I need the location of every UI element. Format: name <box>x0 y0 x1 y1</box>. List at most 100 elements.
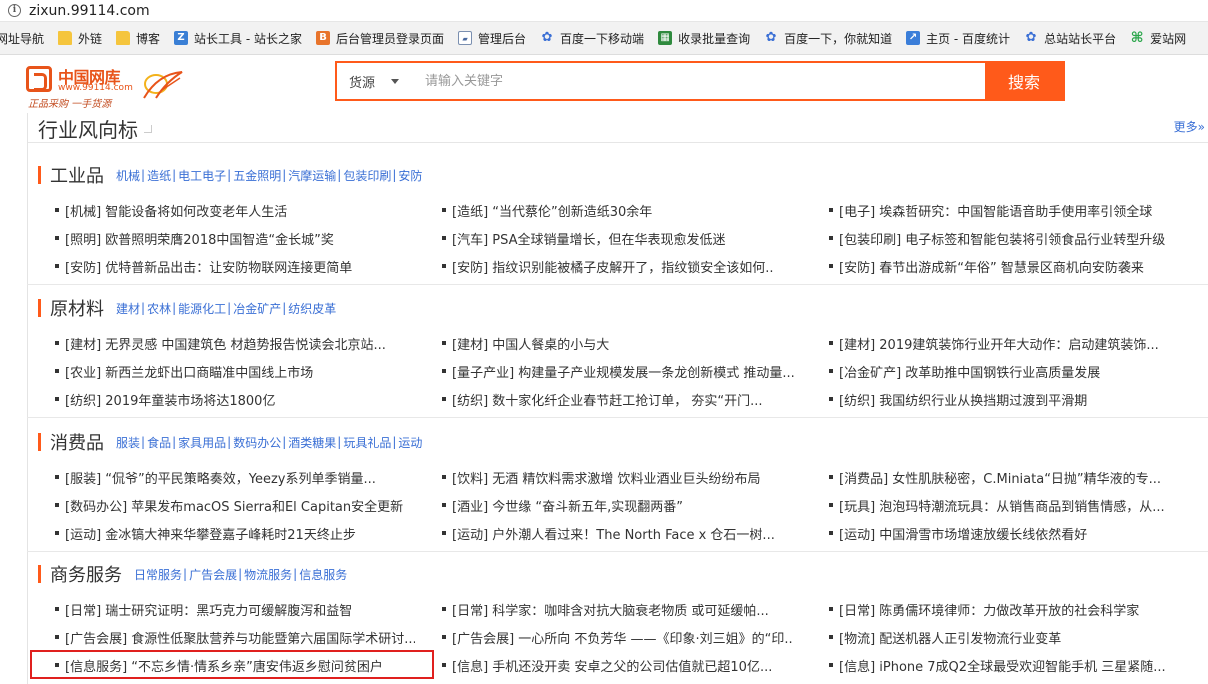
category-link[interactable]: 五金照明 <box>233 167 281 184</box>
news-title[interactable]: [农业] 新西兰龙虾出口商瞄准中国线上市场 <box>65 362 313 381</box>
news-item[interactable]: [玩具] 泡泡玛特潮流玩具：从销售商品到销售情感，从... <box>829 495 1189 515</box>
news-item[interactable]: [纺织] 数十家化纤企业春节赶工抢订单， 夯实“开门... <box>442 389 794 409</box>
bookmark-2[interactable]: 博客 <box>116 28 160 48</box>
news-item[interactable]: [数码办公] 苹果发布macOS Sierra和El Capitan安全更新 <box>55 495 415 515</box>
search-input[interactable] <box>415 63 985 99</box>
news-item[interactable]: [酒业] 今世缘 “奋斗新五年,实现翻两番” <box>442 495 794 515</box>
category-link[interactable]: 电工电子 <box>178 167 226 184</box>
news-title[interactable]: [酒业] 今世缘 “奋斗新五年,实现翻两番” <box>452 496 683 515</box>
site-logo[interactable]: 中国网库 www.99114.com 正品采购 一手货源 <box>26 62 186 110</box>
news-item[interactable]: [安防] 春节出游成新“年俗” 智慧景区商机向安防袭来 <box>829 256 1189 276</box>
more-link[interactable]: 更多» <box>1174 118 1205 135</box>
section-title[interactable]: 消费品 <box>50 429 104 455</box>
news-title[interactable]: [建材] 无界灵感 中国建筑色 材趋势报告悦读会北京站... <box>65 334 386 353</box>
category-link[interactable]: 包装印刷 <box>343 167 391 184</box>
news-item[interactable]: [消费品] 女性肌肤秘密，C.Miniata“日抛”精华液的专... <box>829 467 1189 487</box>
search-category-select[interactable]: 货源 <box>337 63 415 99</box>
news-item[interactable]: [造纸] “当代蔡伦”创新造纸30余年 <box>442 200 794 220</box>
news-item[interactable]: [运动] 金冰镐大神来华攀登嘉子峰耗时21天终止步 <box>55 523 415 543</box>
search-button[interactable]: 搜索 <box>985 63 1063 99</box>
category-link[interactable]: 数码办公 <box>233 434 281 451</box>
news-title[interactable]: [饮料] 无酒 精饮料需求激增 饮料业酒业巨头纷纷布局 <box>452 468 761 487</box>
category-link[interactable]: 纺织皮革 <box>288 300 336 317</box>
news-item[interactable]: [纺织] 2019年童装市场将达1800亿 <box>55 389 415 409</box>
info-icon[interactable]: i <box>8 4 21 17</box>
news-item[interactable]: [广告会展] 食源性低聚肽营养与功能暨第六届国际学术研讨... <box>55 627 415 647</box>
bookmark-6[interactable]: ✿ 百度一下移动端 <box>540 28 644 48</box>
news-item[interactable]: [包装印刷] 电子标签和智能包装将引领食品行业转型升级 <box>829 228 1189 248</box>
news-item[interactable]: [信息] iPhone 7成Q2全球最受欢迎智能手机 三星紧随... <box>829 655 1189 675</box>
category-link[interactable]: 汽摩运输 <box>288 167 336 184</box>
news-title[interactable]: [日常] 陈勇儒环境律师：力做改革开放的社会科学家 <box>839 600 1139 619</box>
news-title[interactable]: [建材] 中国人餐桌的小与大 <box>452 334 609 353</box>
news-title[interactable]: [广告会展] 食源性低聚肽营养与功能暨第六届国际学术研讨... <box>65 628 415 647</box>
bookmark-8[interactable]: ✿ 百度一下，你就知道 <box>764 28 892 48</box>
news-title[interactable]: [照明] 欧普照明荣膺2018中国智造“金长城”奖 <box>65 229 334 248</box>
news-title[interactable]: [安防] 春节出游成新“年俗” 智慧景区商机向安防袭来 <box>839 257 1144 276</box>
news-title[interactable]: [建材] 2019建筑装饰行业开年大动作：启动建筑装饰... <box>839 334 1159 353</box>
address-bar[interactable]: i zixun.99114.com <box>0 0 1208 22</box>
news-item[interactable]: [安防] 优特普新品出击：让安防物联网连接更简单 <box>55 256 415 276</box>
news-title[interactable]: [冶金矿产] 改革助推中国钢铁行业高质量发展 <box>839 362 1100 381</box>
news-title[interactable]: [汽车] PSA全球销量增长，但在华表现愈发低迷 <box>452 229 726 248</box>
bookmark-10[interactable]: ✿ 总站站长平台 <box>1024 28 1116 48</box>
news-title[interactable]: [运动] 户外潮人看过来！The North Face x 仓石一树... <box>452 524 775 543</box>
bookmark-5[interactable]: ▰ 管理后台 <box>458 28 526 48</box>
section-title[interactable]: 原材料 <box>50 295 104 321</box>
news-title[interactable]: [机械] 智能设备将如何改变老年人生活 <box>65 201 287 220</box>
news-title[interactable]: [数码办公] 苹果发布macOS Sierra和El Capitan安全更新 <box>65 496 403 515</box>
news-title[interactable]: [运动] 金冰镐大神来华攀登嘉子峰耗时21天终止步 <box>65 524 356 543</box>
news-title[interactable]: [物流] 配送机器人正引发物流行业变革 <box>839 628 1061 647</box>
news-title[interactable]: [安防] 指纹识别能被橘子皮解开了，指纹锁安全该如何.. <box>452 257 774 276</box>
category-link[interactable]: 日常服务 <box>134 566 182 583</box>
news-title[interactable]: [信息] iPhone 7成Q2全球最受欢迎智能手机 三星紧随... <box>839 656 1166 675</box>
category-link[interactable]: 机械 <box>116 167 140 184</box>
news-title[interactable]: [广告会展] 一心所向 不负芳华 ——《印象·刘三姐》的“印... <box>452 628 794 647</box>
news-item[interactable]: [冶金矿产] 改革助推中国钢铁行业高质量发展 <box>829 361 1189 381</box>
bookmark-7[interactable]: ▦ 收录批量查询 <box>658 28 750 48</box>
news-title[interactable]: [日常] 科学家：咖啡含对抗大脑衰老物质 或可延缓帕... <box>452 600 769 619</box>
news-item[interactable]: [服装] “侃爷”的平民策略奏效，Yeezy系列单季销量... <box>55 467 415 487</box>
news-item[interactable]: [农业] 新西兰龙虾出口商瞄准中国线上市场 <box>55 361 415 381</box>
news-item[interactable]: [运动] 户外潮人看过来！The North Face x 仓石一树... <box>442 523 794 543</box>
category-link[interactable]: 酒类糖果 <box>288 434 336 451</box>
news-item[interactable]: [纺织] 我国纺织行业从换挡期过渡到平滑期 <box>829 389 1189 409</box>
news-item[interactable]: [机械] 智能设备将如何改变老年人生活 <box>55 200 415 220</box>
category-link[interactable]: 农林 <box>147 300 171 317</box>
news-item[interactable]: [运动] 中国滑雪市场增速放缓长线依然看好 <box>829 523 1189 543</box>
news-item[interactable]: [电子] 埃森哲研究：中国智能语音助手使用率引领全球 <box>829 200 1189 220</box>
news-item[interactable]: [量子产业] 构建量子产业规模发展一条龙创新模式 推动量... <box>442 361 794 381</box>
category-link[interactable]: 家具用品 <box>178 434 226 451</box>
bookmark-1[interactable]: 外链 <box>58 28 102 48</box>
category-link[interactable]: 冶金矿产 <box>233 300 281 317</box>
bookmark-3[interactable]: Z 站长工具 - 站长之家 <box>174 28 302 48</box>
news-title[interactable]: [消费品] 女性肌肤秘密，C.Miniata“日抛”精华液的专... <box>839 468 1161 487</box>
category-link[interactable]: 物流服务 <box>244 566 292 583</box>
news-title[interactable]: [安防] 优特普新品出击：让安防物联网连接更简单 <box>65 257 352 276</box>
category-link[interactable]: 食品 <box>147 434 171 451</box>
news-item[interactable]: [安防] 指纹识别能被橘子皮解开了，指纹锁安全该如何.. <box>442 256 794 276</box>
news-title[interactable]: [包装印刷] 电子标签和智能包装将引领食品行业转型升级 <box>839 229 1165 248</box>
bookmark-11[interactable]: ⌘ 爱站网 <box>1130 28 1187 48</box>
category-link[interactable]: 建材 <box>116 300 140 317</box>
news-item[interactable]: [汽车] PSA全球销量增长，但在华表现愈发低迷 <box>442 228 794 248</box>
news-title[interactable]: [电子] 埃森哲研究：中国智能语音助手使用率引领全球 <box>839 201 1152 220</box>
news-item[interactable]: [建材] 无界灵感 中国建筑色 材趋势报告悦读会北京站... <box>55 333 415 353</box>
news-item[interactable]: [物流] 配送机器人正引发物流行业变革 <box>829 627 1189 647</box>
news-item[interactable]: [建材] 2019建筑装饰行业开年大动作：启动建筑装饰... <box>829 333 1189 353</box>
category-link[interactable]: 能源化工 <box>178 300 226 317</box>
news-item[interactable]: [信息] 手机还没开卖 安卓之父的公司估值就已超10亿... <box>442 655 794 675</box>
news-title[interactable]: [纺织] 我国纺织行业从换挡期过渡到平滑期 <box>839 390 1087 409</box>
section-title[interactable]: 工业品 <box>50 162 104 188</box>
category-link[interactable]: 运动 <box>398 434 422 451</box>
news-title[interactable]: [运动] 中国滑雪市场增速放缓长线依然看好 <box>839 524 1087 543</box>
news-item[interactable]: [照明] 欧普照明荣膺2018中国智造“金长城”奖 <box>55 228 415 248</box>
news-item[interactable]: [建材] 中国人餐桌的小与大 <box>442 333 794 353</box>
news-title[interactable]: [纺织] 2019年童装市场将达1800亿 <box>65 390 275 409</box>
bookmark-4[interactable]: B 后台管理员登录页面 <box>316 28 444 48</box>
news-title[interactable]: [日常] 瑞士研究证明：黑巧克力可缓解腹泻和益智 <box>65 600 352 619</box>
news-title[interactable]: [信息] 手机还没开卖 安卓之父的公司估值就已超10亿... <box>452 656 772 675</box>
news-item[interactable]: [日常] 陈勇儒环境律师：力做改革开放的社会科学家 <box>829 599 1189 619</box>
news-item[interactable]: [广告会展] 一心所向 不负芳华 ——《印象·刘三姐》的“印... <box>442 627 794 647</box>
bookmark-9[interactable]: ↗ 主页 - 百度统计 <box>906 28 1010 48</box>
